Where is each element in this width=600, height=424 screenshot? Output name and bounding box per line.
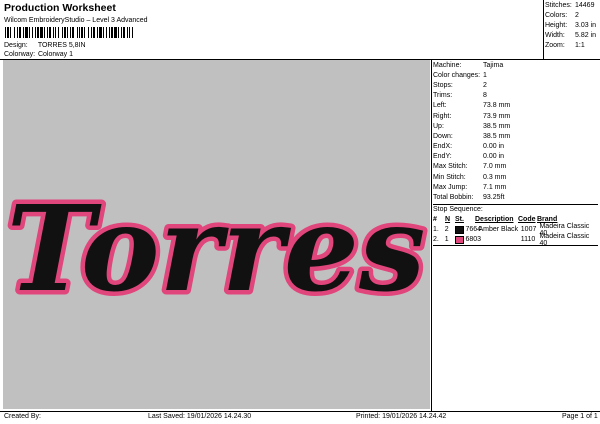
stop-row: 2. 1 6803 1110 Madeira Classic 40 (433, 233, 598, 247)
stop-num: 2. (433, 236, 439, 244)
info-label: Total Bobbin: (433, 194, 474, 202)
zoom-label: Zoom: (545, 42, 565, 49)
info-label: EndY: (433, 153, 452, 161)
info-row: Max Stitch: 7.0 mm (433, 162, 598, 172)
stop-code: 1007 (520, 226, 537, 234)
barcode (5, 27, 133, 38)
info-label: Left: (433, 102, 447, 110)
info-row: Max Jump: 7.1 mm (433, 182, 598, 192)
info-row: EndY: 0.00 in (433, 152, 598, 162)
info-row: Right: 73.9 mm (433, 111, 598, 121)
info-value: 7.1 mm (483, 183, 507, 191)
page-number: Page 1 of 1 (562, 413, 598, 420)
stitches-label: Stitches: (545, 2, 572, 9)
info-value: 73.9 mm (483, 112, 511, 120)
info-row: Min Stitch: 0.3 mm (433, 172, 598, 182)
info-value: 0.00 in (483, 153, 505, 161)
info-row: Trims: 8 (433, 91, 598, 101)
stop-n: 2 (444, 226, 449, 234)
info-value: 2 (483, 81, 487, 89)
width-value: 5.82 in (575, 32, 597, 39)
info-value: 0.3 mm (483, 173, 507, 181)
design-row: Design: TORRES 5,8IN (4, 42, 86, 49)
stitches-value: 14469 (575, 2, 595, 9)
colorway-value: Colorway 1 (37, 51, 73, 58)
embroidery-design: Torres Torres (2, 175, 430, 323)
info-row: Color changes: 1 (433, 70, 598, 80)
info-value: 0.00 in (483, 143, 505, 151)
info-value: 8 (483, 92, 487, 100)
printed-date: Printed: 19/01/2026 14.24.42 (356, 413, 447, 420)
info-row: EndX: 0.00 in (433, 142, 598, 152)
stop-code: 1110 (520, 236, 536, 244)
stop-st: 7664 (465, 226, 482, 234)
thread-color-swatch (454, 225, 464, 234)
info-label: Right: (433, 112, 452, 120)
last-saved: Last Saved: 19/01/2026 14.24.30 (148, 413, 252, 420)
info-row: Up: 38.5 mm (433, 121, 598, 131)
info-value: 38.5 mm (483, 122, 511, 130)
stop-n: 1 (444, 236, 449, 244)
stop-desc: Amber Black (478, 226, 519, 234)
info-row: Down: 38.5 mm (433, 131, 598, 141)
height-label: Height: (545, 22, 568, 29)
machine-info-panel: Machine: Tajima Color changes: 1 Stops: 2 Trim… (433, 60, 598, 247)
info-row: Left: 73.8 mm (433, 101, 598, 111)
stop-num: 1. (433, 226, 439, 234)
height-value: 3.03 in (575, 22, 597, 29)
info-label: Trims: (433, 92, 453, 100)
info-row: Machine: Tajima (433, 60, 598, 70)
colors-value: 2 (575, 12, 579, 19)
summary-panel: Stitches: 14469 Colors: 2 Height: 3.03 in W… (545, 2, 600, 52)
info-value: 73.8 mm (483, 102, 511, 110)
info-row: Stops: 2 (433, 80, 598, 90)
thread-color-swatch (454, 235, 464, 244)
info-label: Min Stitch: (433, 173, 466, 181)
panel-divider (431, 59, 432, 411)
info-value: 7.0 mm (483, 163, 507, 171)
design-preview: Torres Torres (2, 60, 430, 409)
colorway-row: Colorway: Colorway 1 (4, 51, 73, 58)
design-label: Design: (4, 42, 28, 49)
info-label: EndX: (433, 143, 453, 151)
info-label: Color changes: (433, 71, 481, 79)
info-row: Total Bobbin: 93.25ft (433, 192, 598, 202)
info-value: 1 (483, 71, 487, 79)
info-value: Tajima (483, 61, 504, 69)
design-value: TORRES 5,8IN (37, 42, 86, 49)
software-subtitle: Wilcom EmbroideryStudio – Level 3 Advanc… (4, 17, 148, 24)
created-by: Created By: (4, 413, 41, 420)
stop-st: 6803 (465, 236, 482, 244)
info-value: 38.5 mm (483, 132, 511, 140)
colorway-label: Colorway: (4, 51, 36, 58)
info-label: Stops: (433, 81, 453, 89)
page-title: Production Worksheet (4, 2, 116, 14)
zoom-value: 1:1 (575, 42, 585, 49)
design-fill: Torres (7, 179, 426, 318)
colors-label: Colors: (545, 12, 568, 19)
info-label: Down: (433, 132, 453, 140)
info-value: 93.25ft (483, 194, 505, 202)
width-label: Width: (545, 32, 565, 39)
stop-sequence-title: Stop Sequence: (433, 206, 483, 214)
info-label: Up: (433, 122, 444, 130)
summary-divider (543, 0, 544, 60)
info-label: Machine: (433, 61, 462, 69)
info-label: Max Jump: (433, 183, 468, 191)
info-label: Max Stitch: (433, 163, 468, 171)
footer: Created By: Last Saved: 19/01/2026 14.24… (0, 412, 600, 424)
